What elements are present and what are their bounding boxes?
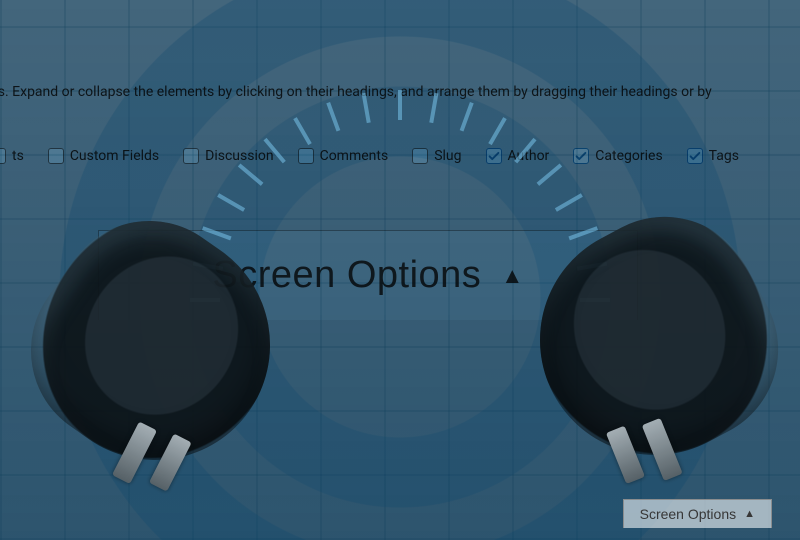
checkbox-slug[interactable]: Slug [412, 148, 461, 164]
checkbox-categories[interactable]: Categories [573, 148, 662, 164]
chevron-up-icon: ▲ [744, 508, 755, 520]
screen-options-label: Screen Options [640, 506, 737, 522]
checkbox-label: Tags [709, 148, 739, 164]
screen-options-help-text: eckboxes. Expand or collapse the element… [0, 82, 800, 102]
checkbox-custom-fields[interactable]: Custom Fields [48, 148, 159, 164]
checkbox-comments[interactable]: Comments [298, 148, 389, 164]
checkbox-label: Discussion [205, 148, 273, 164]
screen-options-label: Screen Options [212, 254, 481, 297]
checkbox-icon [687, 148, 703, 164]
checkbox-ts-partial[interactable]: ts [0, 148, 24, 164]
checkbox-icon [48, 148, 64, 164]
screen-options-checkboxes: ts Custom Fields Discussion Comments Slu [0, 148, 739, 164]
checkbox-label: Author [508, 148, 550, 164]
screen-options-toggle-large[interactable]: Screen Options ▲ [98, 230, 638, 320]
checkbox-label: Categories [595, 148, 662, 164]
checkbox-tags[interactable]: Tags [687, 148, 739, 164]
checkbox-icon [573, 148, 589, 164]
checkbox-label: Slug [434, 148, 461, 164]
checkbox-icon [486, 148, 502, 164]
screen-options-toggle-small[interactable]: Screen Options ▲ [623, 499, 772, 528]
checkbox-label: ts [12, 148, 24, 164]
checkbox-discussion[interactable]: Discussion [183, 148, 273, 164]
checkbox-icon [412, 148, 428, 164]
checkbox-author[interactable]: Author [486, 148, 550, 164]
checkbox-icon [298, 148, 314, 164]
checkbox-label: Custom Fields [70, 148, 159, 164]
checkbox-icon [0, 148, 6, 164]
checkbox-label: Comments [320, 148, 389, 164]
chevron-up-icon: ▲ [501, 265, 523, 287]
checkbox-icon [183, 148, 199, 164]
